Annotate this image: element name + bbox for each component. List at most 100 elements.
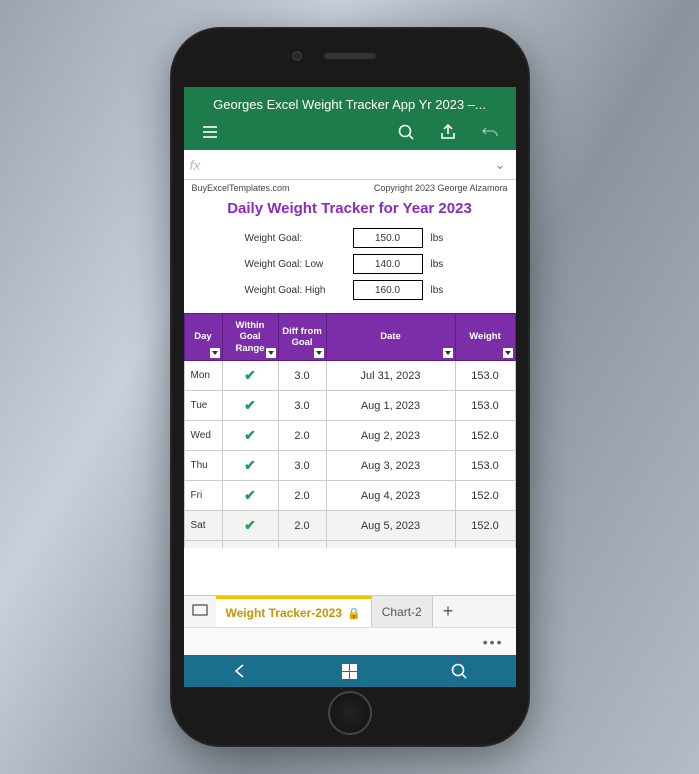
undo-icon[interactable] bbox=[480, 122, 500, 142]
cell-day[interactable]: Sat bbox=[184, 511, 222, 541]
cell-date[interactable]: Aug 2, 2023 bbox=[326, 421, 455, 451]
filter-icon[interactable] bbox=[314, 348, 324, 358]
lock-icon: 🔒 bbox=[347, 607, 361, 620]
table-row[interactable]: Wed ✔ 2.0Aug 2, 2023152.0 bbox=[184, 421, 515, 451]
meta-row: BuyExcelTemplates.com Copyright 2023 Geo… bbox=[184, 180, 516, 196]
cell-range[interactable]: ✔ bbox=[222, 361, 278, 391]
cell-weight[interactable]: 152.0 bbox=[455, 421, 515, 451]
table-row[interactable]: Sat ✔ 2.0Aug 5, 2023152.0 bbox=[184, 511, 515, 541]
cell-weight[interactable]: 152.0 bbox=[455, 511, 515, 541]
filter-icon[interactable] bbox=[443, 348, 453, 358]
cell-diff[interactable]: 1.0 bbox=[278, 541, 326, 548]
check-icon: ✔ bbox=[244, 487, 256, 503]
document-title: Georges Excel Weight Tracker App Yr 2023… bbox=[194, 93, 506, 120]
tab-label: Chart-2 bbox=[382, 605, 422, 619]
filter-icon[interactable] bbox=[503, 348, 513, 358]
col-range[interactable]: Within Goal Range bbox=[222, 314, 278, 361]
cell-range[interactable]: ✔ bbox=[222, 451, 278, 481]
goal-low-label: Weight Goal: Low bbox=[245, 259, 345, 270]
table-row[interactable]: Sun ✔ 1.0Aug 6, 2023151.0 bbox=[184, 541, 515, 548]
share-icon[interactable] bbox=[438, 122, 458, 142]
cell-range[interactable]: ✔ bbox=[222, 541, 278, 548]
cell-day[interactable]: Fri bbox=[184, 481, 222, 511]
table-row[interactable]: Thu ✔ 3.0Aug 3, 2023153.0 bbox=[184, 451, 515, 481]
tab-chart[interactable]: Chart-2 bbox=[372, 596, 433, 627]
back-icon[interactable] bbox=[230, 661, 250, 681]
goal-label: Weight Goal: bbox=[245, 233, 345, 244]
cell-date[interactable]: Jul 31, 2023 bbox=[326, 361, 455, 391]
cell-diff[interactable]: 2.0 bbox=[278, 511, 326, 541]
secondary-bar: ••• bbox=[184, 627, 516, 655]
cell-range[interactable]: ✔ bbox=[222, 391, 278, 421]
cell-weight[interactable]: 153.0 bbox=[455, 361, 515, 391]
col-weight[interactable]: Weight bbox=[455, 314, 515, 361]
cell-range[interactable]: ✔ bbox=[222, 421, 278, 451]
cell-date[interactable]: Aug 6, 2023 bbox=[326, 541, 455, 548]
table-row[interactable]: Tue✔3.0Aug 1, 2023153.0 bbox=[184, 391, 515, 421]
cell-day[interactable]: Thu bbox=[184, 451, 222, 481]
goal-unit: lbs bbox=[431, 259, 455, 270]
data-table: Day Within Goal Range Diff from Goal Dat… bbox=[184, 313, 516, 548]
check-icon: ✔ bbox=[244, 427, 256, 443]
nav-search-icon[interactable] bbox=[449, 661, 469, 681]
cell-day[interactable]: Tue bbox=[184, 391, 222, 421]
cell-date[interactable]: Aug 3, 2023 bbox=[326, 451, 455, 481]
sheet-title: Daily Weight Tracker for Year 2023 bbox=[184, 196, 516, 225]
cell-range[interactable]: ✔ bbox=[222, 511, 278, 541]
check-icon: ✔ bbox=[244, 367, 256, 383]
formula-bar: fx ⌄ bbox=[184, 150, 516, 180]
col-day[interactable]: Day bbox=[184, 314, 222, 361]
cell-diff[interactable]: 2.0 bbox=[278, 421, 326, 451]
cell-weight[interactable]: 153.0 bbox=[455, 451, 515, 481]
cell-day[interactable]: Sun bbox=[184, 541, 222, 548]
more-icon[interactable]: ••• bbox=[483, 634, 504, 650]
check-icon: ✔ bbox=[244, 547, 256, 548]
toolbar bbox=[194, 120, 506, 150]
tab-weight-tracker[interactable]: Weight Tracker-2023 🔒 bbox=[216, 596, 372, 627]
cell-date[interactable]: Aug 5, 2023 bbox=[326, 511, 455, 541]
formula-input[interactable] bbox=[214, 150, 491, 179]
cell-weight[interactable]: 151.0 bbox=[455, 541, 515, 548]
cell-date[interactable]: Aug 4, 2023 bbox=[326, 481, 455, 511]
goal-unit: lbs bbox=[431, 285, 455, 296]
expand-formula-icon[interactable]: ⌄ bbox=[491, 157, 510, 173]
cell-diff[interactable]: 2.0 bbox=[278, 481, 326, 511]
new-sheet-button[interactable]: + bbox=[433, 601, 464, 622]
goal-high-value[interactable]: 160.0 bbox=[353, 280, 423, 300]
check-icon: ✔ bbox=[244, 517, 256, 533]
filter-icon[interactable] bbox=[210, 348, 220, 358]
worksheet[interactable]: BuyExcelTemplates.com Copyright 2023 Geo… bbox=[184, 180, 516, 548]
site-label: BuyExcelTemplates.com bbox=[192, 183, 290, 193]
phone-device: Georges Excel Weight Tracker App Yr 2023… bbox=[170, 27, 530, 747]
goal-low-row: Weight Goal: Low 140.0 lbs bbox=[184, 251, 516, 277]
cell-diff[interactable]: 3.0 bbox=[278, 451, 326, 481]
cell-range[interactable]: ✔ bbox=[222, 481, 278, 511]
check-icon: ✔ bbox=[244, 457, 256, 473]
goal-high-label: Weight Goal: High bbox=[245, 285, 345, 296]
table-row[interactable]: Mon ✔ 3.0Jul 31, 2023153.0 bbox=[184, 361, 515, 391]
table-row[interactable]: Fri ✔ 2.0Aug 4, 2023152.0 bbox=[184, 481, 515, 511]
windows-icon[interactable] bbox=[342, 664, 357, 679]
cell-day[interactable]: Wed bbox=[184, 421, 222, 451]
phone-screen: Georges Excel Weight Tracker App Yr 2023… bbox=[184, 87, 516, 687]
cell-weight[interactable]: 153.0 bbox=[455, 391, 515, 421]
cell-diff[interactable]: 3.0 bbox=[278, 361, 326, 391]
goal-value[interactable]: 150.0 bbox=[353, 228, 423, 248]
app-header: Georges Excel Weight Tracker App Yr 2023… bbox=[184, 87, 516, 150]
cell-date[interactable]: Aug 1, 2023 bbox=[326, 391, 455, 421]
cell-diff[interactable]: 3.0 bbox=[278, 391, 326, 421]
cell-weight[interactable]: 152.0 bbox=[455, 481, 515, 511]
system-nav bbox=[184, 655, 516, 687]
col-diff[interactable]: Diff from Goal bbox=[278, 314, 326, 361]
goal-unit: lbs bbox=[431, 233, 455, 244]
col-date[interactable]: Date bbox=[326, 314, 455, 361]
menu-icon[interactable] bbox=[200, 122, 220, 142]
home-button[interactable] bbox=[328, 691, 372, 735]
sheet-view-icon[interactable] bbox=[184, 604, 216, 619]
filter-icon[interactable] bbox=[266, 348, 276, 358]
cell-day[interactable]: Mon bbox=[184, 361, 222, 391]
goal-row: Weight Goal: 150.0 lbs bbox=[184, 225, 516, 251]
fx-label: fx bbox=[190, 157, 214, 173]
search-icon[interactable] bbox=[396, 122, 416, 142]
goal-low-value[interactable]: 140.0 bbox=[353, 254, 423, 274]
